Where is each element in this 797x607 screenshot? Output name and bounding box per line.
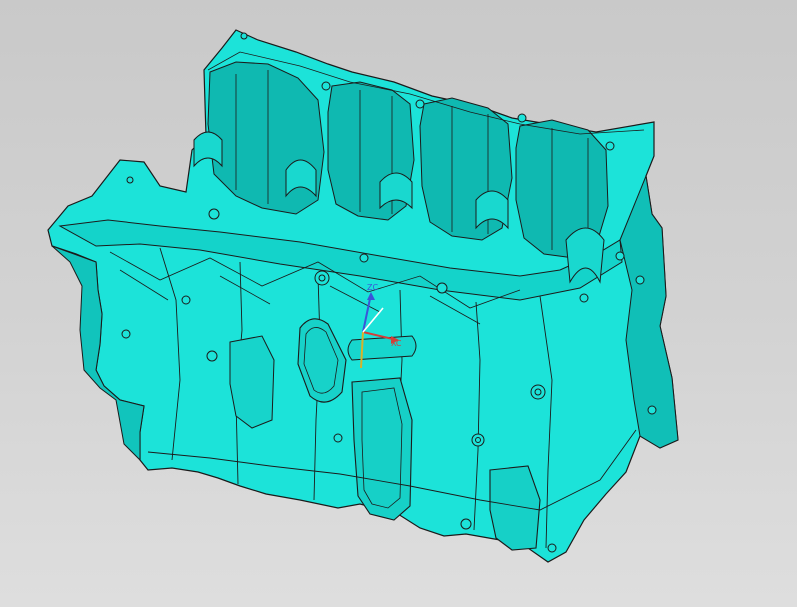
- zc-arrowhead: [367, 292, 375, 300]
- filter-pad: [351, 377, 413, 521]
- zc-axis-label: ZC: [367, 283, 379, 292]
- left-pad: [229, 335, 275, 429]
- graphics-viewport[interactable]: ZC XC: [0, 0, 797, 607]
- cover-pad: [489, 465, 541, 551]
- xc-axis-label: XC: [391, 339, 402, 348]
- yc-axis: [360, 331, 364, 369]
- coordinate-triad: ZC XC: [345, 282, 415, 372]
